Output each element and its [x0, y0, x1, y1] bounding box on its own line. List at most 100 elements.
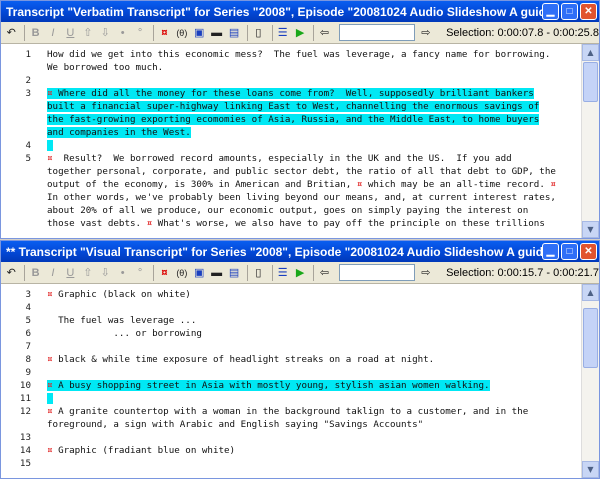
line-text[interactable]: How did we get into this economic mess? … [47, 48, 581, 61]
line-text[interactable]: the fast-growing exporting ecomomies of … [47, 113, 581, 126]
circle-icon[interactable]: ° [133, 25, 147, 41]
line-text[interactable] [47, 301, 581, 314]
move-down-icon[interactable]: ⇩ [98, 265, 112, 281]
close-icon[interactable]: ✕ [580, 3, 597, 20]
transcript-line[interactable]: output of the economy, is 300% in Americ… [1, 178, 581, 191]
line-text[interactable]: ... or borrowing [47, 327, 581, 340]
transcript-line[interactable]: 3 ¤ Graphic (black on white) [1, 288, 581, 301]
line-text[interactable]: together personal, corporate, and public… [47, 165, 581, 178]
line-text[interactable]: ¤ A busy shopping street in Asia with mo… [47, 379, 581, 392]
line-text[interactable] [47, 392, 581, 405]
line-text[interactable]: ¤ black & while time exposure of headlig… [47, 353, 581, 366]
scrollbar-thumb[interactable] [583, 62, 598, 102]
insert-timecode-icon[interactable]: ¤ [157, 25, 171, 41]
page-icon[interactable]: ▯ [251, 265, 265, 281]
video-icon[interactable]: ▬ [209, 265, 223, 281]
timecode-marker-icon[interactable]: ¤ [147, 218, 153, 229]
scrollbar[interactable]: ▲ ▼ [581, 44, 599, 238]
underline-button[interactable]: U [63, 265, 77, 281]
search-back-icon[interactable]: ⇦ [317, 25, 331, 41]
page-icon[interactable]: ▯ [251, 25, 265, 41]
scroll-down-icon[interactable]: ▼ [582, 461, 599, 478]
minimize-icon[interactable]: ▁ [542, 3, 559, 20]
maximize-icon[interactable]: □ [561, 243, 578, 260]
scrollbar[interactable]: ▲ ▼ [581, 284, 599, 478]
transcript-line[interactable]: 4 [1, 301, 581, 314]
transcript-line[interactable]: about 20% of all we produce, our economi… [1, 204, 581, 217]
line-text[interactable]: The fuel was leverage ... [47, 314, 581, 327]
scroll-down-icon[interactable]: ▼ [582, 221, 599, 238]
transcript-line[interactable]: 11 [1, 392, 581, 405]
bold-button[interactable]: B [28, 25, 42, 41]
timecode-marker-icon[interactable]: ¤ [357, 179, 363, 190]
line-text[interactable]: and companies in the West. [47, 126, 581, 139]
line-text[interactable]: ¤ Graphic (black on white) [47, 288, 581, 301]
line-text[interactable]: ¤ Result? We borrowed record amounts, es… [47, 152, 581, 165]
save-icon[interactable]: ▤ [227, 25, 241, 41]
transcript-editor[interactable]: 3 ¤ Graphic (black on white) 4 5 The fuel w… [1, 284, 599, 478]
transcript-line[interactable]: 5 ¤ Result? We borrowed record amounts, e… [1, 152, 581, 165]
transcript-line[interactable]: 13 [1, 431, 581, 444]
video-icon[interactable]: ▬ [209, 25, 223, 41]
transcript-line[interactable]: 8 ¤ black & while time exposure of headli… [1, 353, 581, 366]
clip-icon[interactable]: (θ) [175, 265, 189, 281]
line-text[interactable]: In other words, we've probably been livi… [47, 191, 581, 204]
transcript-text-area[interactable]: 1 How did we get into this economic mess?… [1, 44, 581, 238]
transcript-line[interactable]: 14 ¤ Graphic (fradiant blue on white) [1, 444, 581, 457]
line-text[interactable]: ¤ Graphic (fradiant blue on white) [47, 444, 581, 457]
transcript-line[interactable]: 4 [1, 139, 581, 152]
insert-timecode-icon[interactable]: ¤ [157, 265, 171, 281]
line-text[interactable]: foreground, a sign with Arabic and Engli… [47, 418, 581, 431]
search-input[interactable] [338, 24, 415, 41]
line-text[interactable]: ¤ A granite countertop with a woman in t… [47, 405, 581, 418]
move-down-icon[interactable]: ⇩ [98, 25, 112, 41]
search-back-icon[interactable]: ⇦ [317, 265, 331, 281]
line-text[interactable]: output of the economy, is 300% in Americ… [47, 178, 581, 191]
transcript-line[interactable]: 6 ... or borrowing [1, 327, 581, 340]
transcript-line[interactable]: We borrowed too much. [1, 61, 581, 74]
line-text[interactable]: ¤ Where did all the money for these loan… [47, 87, 581, 100]
line-text[interactable] [47, 139, 581, 152]
transcript-line[interactable]: foreground, a sign with Arabic and Engli… [1, 418, 581, 431]
line-text[interactable]: built a financial super-highway linking … [47, 100, 581, 113]
close-icon[interactable]: ✕ [580, 243, 597, 260]
underline-button[interactable]: U [63, 25, 77, 41]
scroll-up-icon[interactable]: ▲ [582, 44, 599, 61]
bullet-icon[interactable]: • [115, 265, 129, 281]
transcript-editor[interactable]: 1 How did we get into this economic mess?… [1, 44, 599, 238]
visual-transcript-window[interactable]: ** Transcript "Visual Transcript" for Se… [0, 240, 600, 479]
line-text[interactable] [47, 457, 581, 470]
circle-icon[interactable]: ° [133, 265, 147, 281]
image-icon[interactable]: ▣ [192, 25, 206, 41]
transcript-line[interactable]: those vast debts. ¤ What's worse, we als… [1, 217, 581, 230]
transcript-line[interactable]: 2 [1, 74, 581, 87]
line-text[interactable] [47, 366, 581, 379]
line-text[interactable]: We borrowed too much. [47, 61, 581, 74]
window-titlebar[interactable]: Transcript "Verbatim Transcript" for Ser… [1, 1, 599, 22]
line-text[interactable]: those vast debts. ¤ What's worse, we als… [47, 217, 581, 230]
save-icon[interactable]: ▤ [227, 265, 241, 281]
transcript-line[interactable]: built a financial super-highway linking … [1, 100, 581, 113]
search-input[interactable] [338, 264, 415, 281]
transcript-line[interactable]: 10 ¤ A busy shopping street in Asia with … [1, 379, 581, 392]
undo-icon[interactable]: ↶ [4, 265, 18, 281]
undo-icon[interactable]: ↶ [4, 25, 18, 41]
minimize-icon[interactable]: ▁ [542, 243, 559, 260]
transcript-line[interactable]: 3 ¤ Where did all the money for these loa… [1, 87, 581, 100]
transcript-line[interactable]: 12 ¤ A granite countertop with a woman in… [1, 405, 581, 418]
line-text[interactable] [47, 74, 581, 87]
clip-icon[interactable]: (θ) [175, 25, 189, 41]
transcript-text-area[interactable]: 3 ¤ Graphic (black on white) 4 5 The fuel w… [1, 284, 581, 478]
transcript-line[interactable]: 15 [1, 457, 581, 470]
window-titlebar[interactable]: ** Transcript "Visual Transcript" for Se… [1, 241, 599, 262]
move-up-icon[interactable]: ⇧ [81, 25, 95, 41]
bullet-icon[interactable]: • [115, 25, 129, 41]
verbatim-transcript-window[interactable]: Transcript "Verbatim Transcript" for Ser… [0, 0, 600, 239]
transcript-line[interactable]: the fast-growing exporting ecomomies of … [1, 113, 581, 126]
transcript-line[interactable]: 9 [1, 366, 581, 379]
split-view-icon[interactable]: ☰ [276, 25, 290, 41]
maximize-icon[interactable]: □ [561, 3, 578, 20]
line-text[interactable]: about 20% of all we produce, our economi… [47, 204, 581, 217]
transcript-line[interactable]: 7 [1, 340, 581, 353]
play-button[interactable]: ▶ [293, 265, 307, 281]
